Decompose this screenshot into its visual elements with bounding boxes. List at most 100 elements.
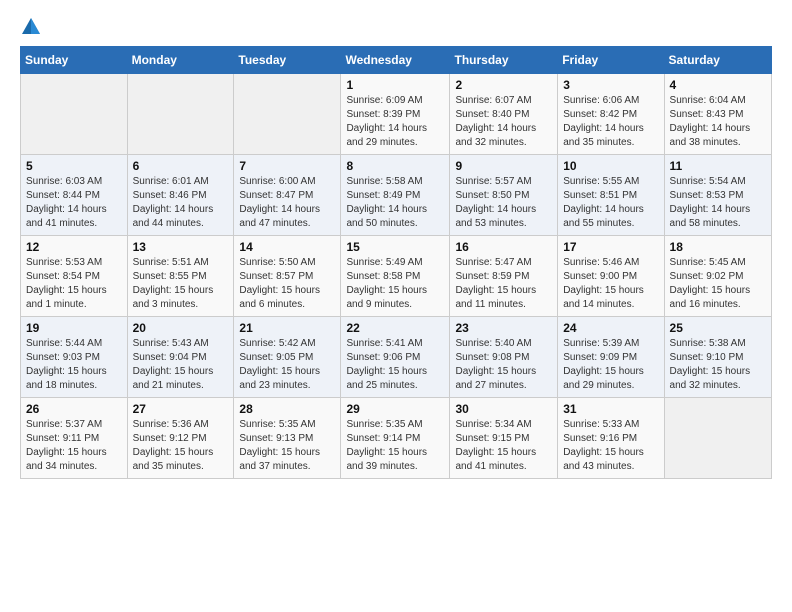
calendar-cell: 28Sunrise: 5:35 AM Sunset: 9:13 PM Dayli… [234,398,341,479]
day-info: Sunrise: 5:50 AM Sunset: 8:57 PM Dayligh… [239,256,335,312]
day-info: Sunrise: 5:35 AM Sunset: 9:14 PM Dayligh… [346,418,444,474]
day-number: 31 [563,402,658,416]
calendar-cell: 14 Sunrise: 5:50 AM Sunset: 8:57 PM Dayli… [234,236,341,317]
day-info: Sunrise: 5:46 AM Sunset: 9:00 PM Dayligh… [563,256,658,312]
header-row: SundayMondayTuesdayWednesdayThursdayFrid… [21,47,772,74]
day-number: 18 [670,240,766,254]
logo-icon [20,16,42,38]
calendar-cell: 19 Sunrise: 5:44 AM Sunset: 9:03 PM Dayli… [21,317,128,398]
day-number: 25 [670,321,766,335]
calendar-cell: 16Sunrise: 5:47 AM Sunset: 8:59 PM Dayli… [450,236,558,317]
calendar-cell [234,74,341,155]
calendar-cell: 8 Sunrise: 5:58 AM Sunset: 8:49 PM Daylig… [341,155,450,236]
calendar-week-row: 12 Sunrise: 5:53 AM Sunset: 8:54 PM Dayli… [21,236,772,317]
weekday-header: Thursday [450,47,558,74]
calendar-cell: 2 Sunrise: 6:07 AM Sunset: 8:40 PM Daylig… [450,74,558,155]
day-number: 10 [563,159,658,173]
calendar-cell: 18 Sunrise: 5:45 AM Sunset: 9:02 PM Dayli… [664,236,771,317]
calendar-cell [127,74,234,155]
day-number: 27 [133,402,229,416]
day-info: Sunrise: 6:07 AM Sunset: 8:40 PM Dayligh… [455,94,552,150]
day-info: Sunrise: 6:01 AM Sunset: 8:46 PM Dayligh… [133,175,229,231]
day-number: 23 [455,321,552,335]
day-number: 16 [455,240,552,254]
logo [20,16,46,38]
calendar-cell: 1Sunrise: 6:09 AM Sunset: 8:39 PM Daylig… [341,74,450,155]
day-number: 3 [563,78,658,92]
calendar-cell: 12 Sunrise: 5:53 AM Sunset: 8:54 PM Dayli… [21,236,128,317]
day-number: 2 [455,78,552,92]
weekday-header: Friday [558,47,664,74]
day-number: 21 [239,321,335,335]
day-number: 5 [26,159,122,173]
calendar-header: SundayMondayTuesdayWednesdayThursdayFrid… [21,47,772,74]
day-info: Sunrise: 5:44 AM Sunset: 9:03 PM Dayligh… [26,337,122,393]
day-number: 20 [133,321,229,335]
calendar-week-row: 26 Sunrise: 5:37 AM Sunset: 9:11 PM Dayli… [21,398,772,479]
weekday-header: Tuesday [234,47,341,74]
calendar-cell: 20 Sunrise: 5:43 AM Sunset: 9:04 PM Dayli… [127,317,234,398]
day-info: Sunrise: 5:55 AM Sunset: 8:51 PM Dayligh… [563,175,658,231]
day-number: 1 [346,78,444,92]
calendar-cell: 31 Sunrise: 5:33 AM Sunset: 9:16 PM Dayli… [558,398,664,479]
day-number: 26 [26,402,122,416]
day-info: Sunrise: 5:37 AM Sunset: 9:11 PM Dayligh… [26,418,122,474]
calendar-cell [21,74,128,155]
day-number: 22 [346,321,444,335]
day-number: 8 [346,159,444,173]
calendar-body: 1Sunrise: 6:09 AM Sunset: 8:39 PM Daylig… [21,74,772,479]
day-info: Sunrise: 5:51 AM Sunset: 8:55 PM Dayligh… [133,256,229,312]
calendar-cell: 3 Sunrise: 6:06 AM Sunset: 8:42 PM Daylig… [558,74,664,155]
day-info: Sunrise: 5:54 AM Sunset: 8:53 PM Dayligh… [670,175,766,231]
calendar-table: SundayMondayTuesdayWednesdayThursdayFrid… [20,46,772,479]
day-info: Sunrise: 6:04 AM Sunset: 8:43 PM Dayligh… [670,94,766,150]
calendar-cell: 15Sunrise: 5:49 AM Sunset: 8:58 PM Dayli… [341,236,450,317]
calendar-week-row: 19 Sunrise: 5:44 AM Sunset: 9:03 PM Dayli… [21,317,772,398]
calendar-cell: 27Sunrise: 5:36 AM Sunset: 9:12 PM Dayli… [127,398,234,479]
calendar-cell: 10 Sunrise: 5:55 AM Sunset: 8:51 PM Dayli… [558,155,664,236]
calendar-week-row: 1Sunrise: 6:09 AM Sunset: 8:39 PM Daylig… [21,74,772,155]
day-number: 6 [133,159,229,173]
calendar-cell: 9Sunrise: 5:57 AM Sunset: 8:50 PM Daylig… [450,155,558,236]
day-number: 30 [455,402,552,416]
day-info: Sunrise: 5:39 AM Sunset: 9:09 PM Dayligh… [563,337,658,393]
day-info: Sunrise: 5:34 AM Sunset: 9:15 PM Dayligh… [455,418,552,474]
day-info: Sunrise: 6:03 AM Sunset: 8:44 PM Dayligh… [26,175,122,231]
calendar-cell [664,398,771,479]
weekday-header: Sunday [21,47,128,74]
day-info: Sunrise: 5:43 AM Sunset: 9:04 PM Dayligh… [133,337,229,393]
calendar-cell: 17 Sunrise: 5:46 AM Sunset: 9:00 PM Dayli… [558,236,664,317]
day-number: 9 [455,159,552,173]
day-info: Sunrise: 5:42 AM Sunset: 9:05 PM Dayligh… [239,337,335,393]
day-number: 4 [670,78,766,92]
calendar-cell: 21 Sunrise: 5:42 AM Sunset: 9:05 PM Dayli… [234,317,341,398]
day-number: 11 [670,159,766,173]
day-info: Sunrise: 5:45 AM Sunset: 9:02 PM Dayligh… [670,256,766,312]
calendar-cell: 26 Sunrise: 5:37 AM Sunset: 9:11 PM Dayli… [21,398,128,479]
header [20,16,772,38]
day-info: Sunrise: 5:53 AM Sunset: 8:54 PM Dayligh… [26,256,122,312]
day-number: 17 [563,240,658,254]
day-info: Sunrise: 5:33 AM Sunset: 9:16 PM Dayligh… [563,418,658,474]
day-info: Sunrise: 5:35 AM Sunset: 9:13 PM Dayligh… [239,418,335,474]
calendar-cell: 13Sunrise: 5:51 AM Sunset: 8:55 PM Dayli… [127,236,234,317]
calendar-cell: 11 Sunrise: 5:54 AM Sunset: 8:53 PM Dayli… [664,155,771,236]
calendar-week-row: 5 Sunrise: 6:03 AM Sunset: 8:44 PM Daylig… [21,155,772,236]
weekday-header: Wednesday [341,47,450,74]
calendar-cell: 5 Sunrise: 6:03 AM Sunset: 8:44 PM Daylig… [21,155,128,236]
day-number: 19 [26,321,122,335]
day-number: 14 [239,240,335,254]
day-number: 12 [26,240,122,254]
calendar-cell: 7 Sunrise: 6:00 AM Sunset: 8:47 PM Daylig… [234,155,341,236]
calendar-cell: 30 Sunrise: 5:34 AM Sunset: 9:15 PM Dayli… [450,398,558,479]
day-info: Sunrise: 6:00 AM Sunset: 8:47 PM Dayligh… [239,175,335,231]
day-number: 29 [346,402,444,416]
day-info: Sunrise: 5:58 AM Sunset: 8:49 PM Dayligh… [346,175,444,231]
page: SundayMondayTuesdayWednesdayThursdayFrid… [0,0,792,499]
day-number: 24 [563,321,658,335]
calendar-cell: 29 Sunrise: 5:35 AM Sunset: 9:14 PM Dayli… [341,398,450,479]
day-number: 7 [239,159,335,173]
day-info: Sunrise: 5:40 AM Sunset: 9:08 PM Dayligh… [455,337,552,393]
calendar-cell: 24 Sunrise: 5:39 AM Sunset: 9:09 PM Dayli… [558,317,664,398]
day-info: Sunrise: 6:06 AM Sunset: 8:42 PM Dayligh… [563,94,658,150]
